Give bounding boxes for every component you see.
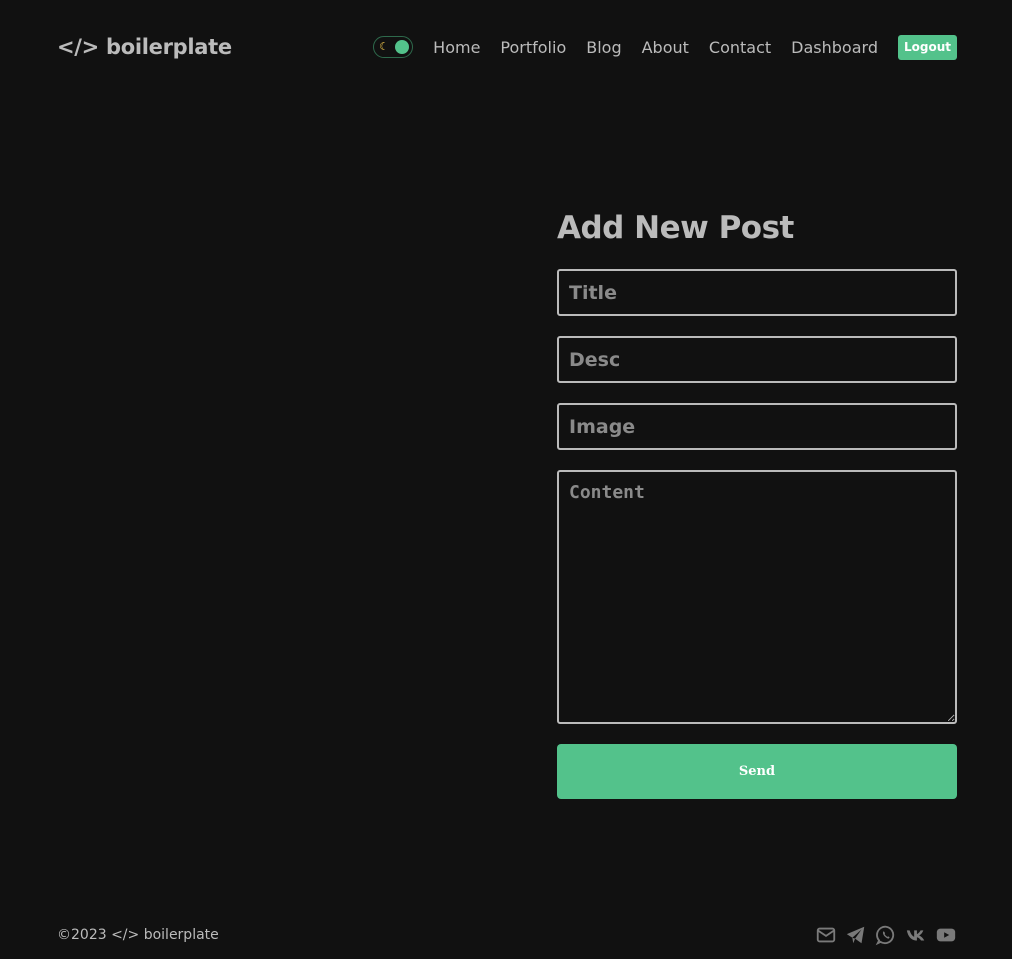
nav-link-blog[interactable]: Blog [586, 38, 621, 57]
logout-button[interactable]: Logout [897, 34, 957, 60]
social-links [807, 924, 957, 946]
whatsapp-icon[interactable] [875, 924, 897, 946]
logo[interactable]: </> boilerplate [57, 35, 232, 59]
site-footer: ©2023 </> boilerplate [57, 922, 957, 948]
form-title: Add New Post [557, 210, 794, 246]
nav-link-dashboard[interactable]: Dashboard [791, 38, 878, 57]
moon-icon: ☾ [379, 40, 390, 53]
send-button[interactable]: Send [557, 744, 957, 799]
theme-toggle[interactable]: ☾ [373, 36, 414, 58]
vk-icon[interactable] [905, 924, 927, 946]
title-input[interactable] [557, 269, 957, 316]
desc-input[interactable] [557, 336, 957, 383]
nav-link-portfolio[interactable]: Portfolio [500, 38, 566, 57]
page: </> boilerplate ☾ Home Portfolio Blog Ab… [0, 0, 1012, 959]
main-nav: ☾ Home Portfolio Blog About Contact Dash… [373, 34, 957, 60]
image-input[interactable] [557, 403, 957, 450]
site-header: </> boilerplate ☾ Home Portfolio Blog Ab… [57, 30, 957, 64]
youtube-icon[interactable] [935, 924, 957, 946]
nav-link-about[interactable]: About [642, 38, 689, 57]
nav-link-contact[interactable]: Contact [709, 38, 771, 57]
add-post-form: Add New Post Send [557, 208, 957, 799]
copyright-text: ©2023 </> boilerplate [57, 927, 219, 943]
content-textarea[interactable] [557, 470, 957, 724]
toggle-knob [395, 40, 410, 54]
telegram-icon[interactable] [845, 924, 867, 946]
nav-link-home[interactable]: Home [433, 38, 480, 57]
mail-icon[interactable] [815, 924, 837, 946]
